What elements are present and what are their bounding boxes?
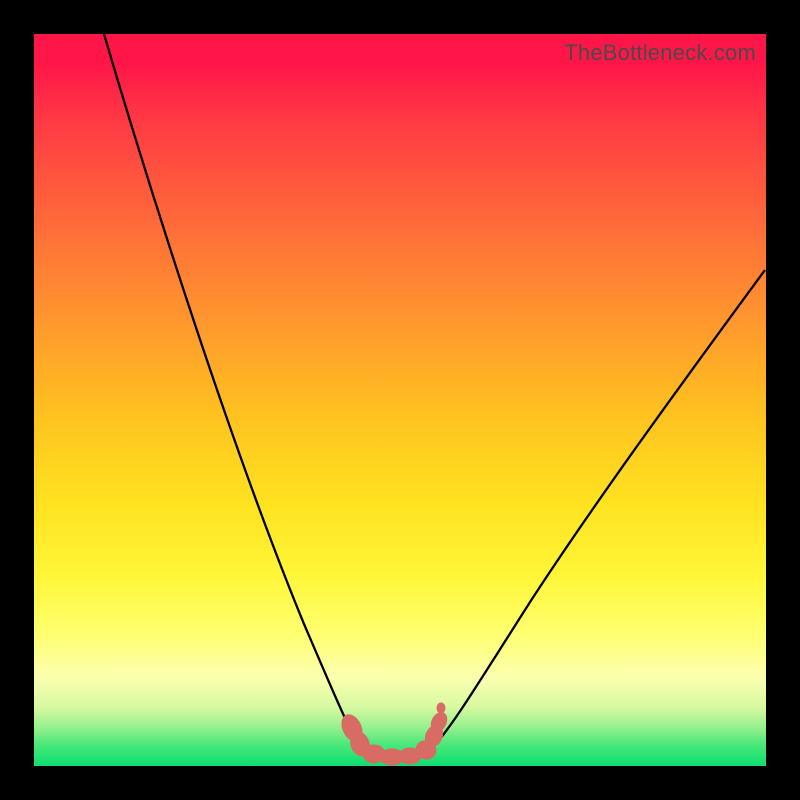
trough-marker: [338, 703, 450, 765]
chart-frame: TheBottleneck.com: [0, 0, 800, 800]
curve-right-branch: [434, 270, 765, 746]
bottleneck-curve-svg: [34, 34, 766, 766]
curve-left-branch: [104, 34, 359, 746]
plot-area: TheBottleneck.com: [34, 34, 766, 766]
